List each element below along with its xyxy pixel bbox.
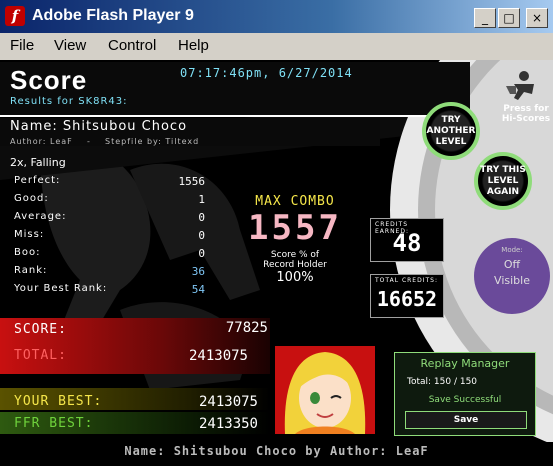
- credits-earned-box: CREDITS EARNED: 48: [370, 218, 444, 262]
- ffr-best-label: FFR BEST:: [14, 416, 94, 431]
- close-button[interactable]: ×: [526, 8, 548, 28]
- results-for: Results for SK8R43:: [10, 96, 128, 107]
- mode-label: Mode:: [501, 246, 523, 254]
- max-combo-label: MAX COMBO: [255, 194, 335, 209]
- try-level-again-label: TRY THIS LEVEL AGAIN: [480, 164, 526, 197]
- hi-scores-button[interactable]: [500, 68, 542, 108]
- replay-total: Total: 150 / 150: [407, 377, 478, 387]
- hi-scores-label: Hi-Scores: [501, 114, 551, 124]
- window-title: Adobe Flash Player 9: [32, 7, 194, 24]
- total-value: 2413075: [188, 348, 248, 364]
- stat-value-boo: 0: [198, 247, 205, 260]
- stat-label-good: Good:: [14, 193, 49, 204]
- character-portrait: [275, 346, 375, 434]
- menu-view[interactable]: View: [54, 37, 86, 54]
- song-name: Name: Shitsubou Choco: [10, 119, 188, 134]
- press-for-label: Press for: [503, 104, 549, 114]
- your-best-value: 2413075: [198, 394, 258, 410]
- total-credits-value: 16652: [376, 287, 438, 311]
- total-credits-box: TOTAL CREDITS: 16652: [370, 274, 444, 318]
- mode-visible: Visible: [494, 274, 530, 287]
- flash-player-window: f Adobe Flash Player 9 _ □ × File View C…: [0, 0, 553, 466]
- stat-value-average: 0: [198, 211, 205, 224]
- minimize-button[interactable]: _: [474, 8, 496, 28]
- stat-value-miss: 0: [198, 229, 205, 242]
- stat-value-perfect: 1556: [178, 175, 206, 188]
- stat-label-best-rank: Your Best Rank:: [14, 283, 108, 294]
- timestamp: 07:17:46pm, 6/27/2014: [180, 66, 353, 80]
- try-level-again-button[interactable]: TRY THIS LEVEL AGAIN: [474, 152, 532, 210]
- try-another-level-button[interactable]: TRY ANOTHER LEVEL: [422, 102, 480, 160]
- score-label: SCORE:: [14, 322, 67, 337]
- replay-save-button[interactable]: Save: [405, 411, 527, 429]
- try-another-level-label: TRY ANOTHER LEVEL: [426, 114, 476, 147]
- stat-value-rank: 36: [191, 265, 205, 278]
- ffr-best-value: 2413350: [198, 416, 258, 432]
- anime-girl-portrait: [284, 352, 366, 434]
- your-best-label: YOUR BEST:: [14, 394, 103, 409]
- record-holder-line2: Record Holder: [263, 260, 327, 270]
- stat-value-best-rank: 54: [191, 283, 205, 296]
- stat-label-boo: Boo:: [14, 247, 41, 258]
- song-author: Author: LeaF - Stepfile by: Tiltexd: [10, 137, 200, 146]
- menu-help[interactable]: Help: [178, 37, 209, 54]
- stat-label-miss: Miss:: [14, 229, 45, 240]
- record-holder-percent: 100%: [276, 270, 314, 285]
- replay-manager-title: Replay Manager: [420, 357, 510, 370]
- footer-song-info: Name: Shitsubou Choco by Author: LeaF: [124, 444, 429, 458]
- stat-label-perfect: Perfect:: [14, 175, 61, 186]
- replay-status: Save Successful: [428, 395, 502, 405]
- song-mods: 2x, Falling: [10, 156, 66, 169]
- stats-panel: Perfect: 1556 Good: 1 Average: 0 Miss: 0…: [0, 172, 215, 302]
- total-label: TOTAL:: [14, 348, 67, 363]
- title-bar[interactable]: f Adobe Flash Player 9 _ □ ×: [0, 0, 553, 33]
- menu-control[interactable]: Control: [108, 37, 156, 54]
- maximize-button[interactable]: □: [498, 8, 520, 28]
- mode-off: Off: [503, 258, 521, 271]
- total-credits-label: TOTAL CREDITS:: [375, 277, 438, 284]
- score-value: 77825: [225, 320, 268, 336]
- credits-earned-value: 48: [392, 229, 422, 257]
- trophy-figure-icon: [506, 71, 534, 100]
- stat-value-good: 1: [198, 193, 205, 206]
- flash-player-icon: f: [5, 6, 25, 26]
- menu-bar: File View Control Help: [0, 33, 553, 58]
- max-combo-value: 1557: [248, 208, 342, 248]
- record-holder-line1: Score % of: [270, 250, 320, 260]
- stat-label-rank: Rank:: [14, 265, 48, 276]
- menu-file[interactable]: File: [10, 37, 34, 54]
- replay-manager-panel: Replay Manager Total: 150 / 150 Save Suc…: [394, 352, 536, 436]
- stat-label-average: Average:: [14, 211, 67, 222]
- game-stage: Score 07:17:46pm, 6/27/2014 Results for …: [0, 60, 553, 466]
- score-heading: Score: [10, 65, 88, 95]
- mode-toggle[interactable]: Mode: Off Visible: [474, 238, 550, 314]
